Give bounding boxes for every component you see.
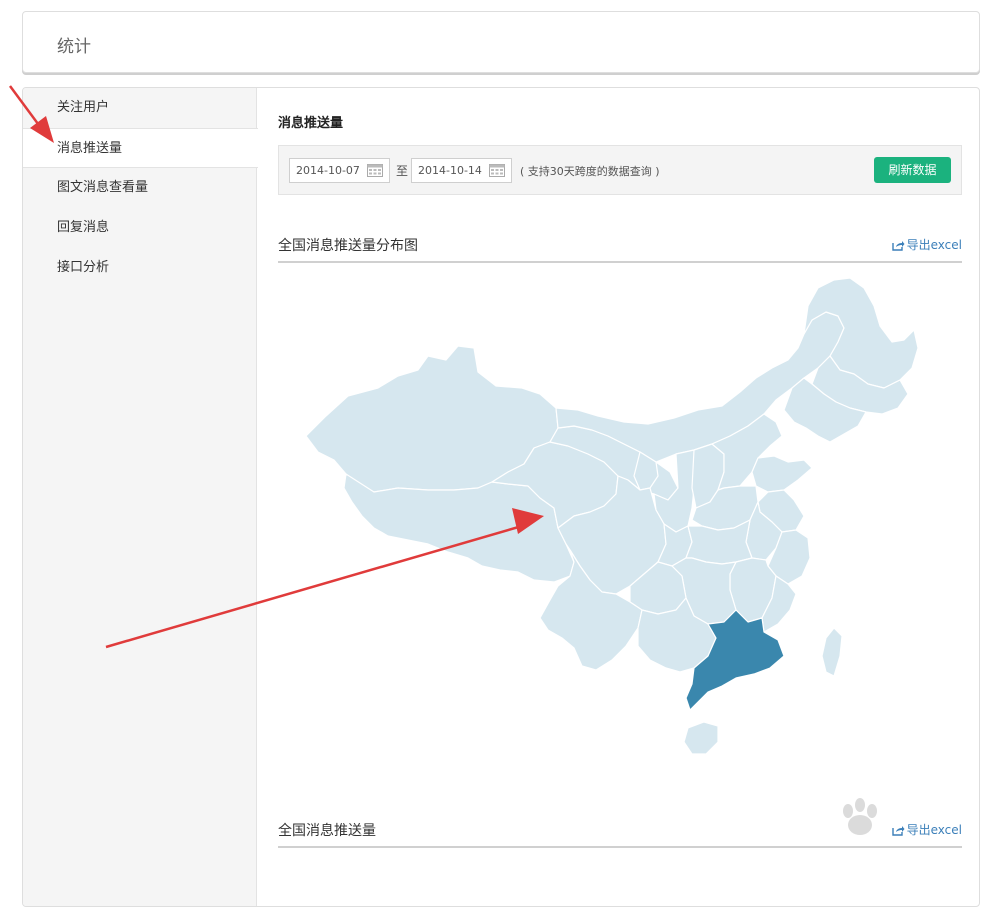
sidebar-item-label: 关注用户 xyxy=(57,100,110,115)
end-date-value: 2014-10-14 xyxy=(418,164,482,177)
start-date-input[interactable]: 2014-10-07 xyxy=(289,158,390,183)
content: 消息推送量 2014-10-07 至 2014-10-14 ( 支持30天跨度的… xyxy=(278,88,962,906)
map-region-taiwan[interactable] xyxy=(821,627,843,677)
map-region-hainan[interactable] xyxy=(683,721,719,755)
sidebar-item-label: 图文消息查看量 xyxy=(57,180,149,195)
calendar-icon[interactable] xyxy=(367,163,383,177)
main-card: 关注用户 消息推送量 图文消息查看量 回复消息 接口分析 消息推送量 2014-… xyxy=(22,87,980,907)
baidu-paw-icon xyxy=(843,798,877,835)
total-panel-title: 全国消息推送量 xyxy=(278,823,376,839)
sidebar-item-reply-messages[interactable]: 回复消息 xyxy=(23,208,256,248)
sidebar-item-label: 回复消息 xyxy=(57,220,110,235)
sidebar-item-label: 消息推送量 xyxy=(57,141,123,156)
start-date-value: 2014-10-07 xyxy=(296,164,360,177)
sidebar-item-label: 接口分析 xyxy=(57,260,110,275)
header-card: 统计 xyxy=(22,11,980,73)
filter-bar: 2014-10-07 至 2014-10-14 ( 支持30天跨度的数据查询 )… xyxy=(278,145,962,195)
china-distribution-map xyxy=(305,277,919,755)
map-region-shandong[interactable] xyxy=(751,455,813,493)
baidu-watermark xyxy=(765,795,985,865)
map-panel-title: 全国消息推送量分布图 xyxy=(278,238,418,254)
sidebar-item-followers[interactable]: 关注用户 xyxy=(23,88,256,128)
date-range-hint: ( 支持30天跨度的数据查询 ) xyxy=(520,165,660,178)
map-panel-header: 全国消息推送量分布图 导出excel xyxy=(278,229,962,263)
page-title: 统计 xyxy=(57,37,91,57)
sidebar-item-message-push[interactable]: 消息推送量 xyxy=(23,128,258,168)
section-title: 消息推送量 xyxy=(278,116,344,131)
sidebar-item-api-analysis[interactable]: 接口分析 xyxy=(23,248,256,288)
sidebar: 关注用户 消息推送量 图文消息查看量 回复消息 接口分析 xyxy=(23,88,258,906)
calendar-icon[interactable] xyxy=(489,163,505,177)
refresh-button[interactable]: 刷新数据 xyxy=(874,157,951,183)
sidebar-item-article-views[interactable]: 图文消息查看量 xyxy=(23,168,256,208)
end-date-input[interactable]: 2014-10-14 xyxy=(411,158,512,183)
export-excel-link[interactable]: 导出excel xyxy=(891,236,962,253)
date-separator: 至 xyxy=(396,164,409,178)
export-excel-label: 导出excel xyxy=(906,238,962,252)
export-icon xyxy=(891,241,905,251)
